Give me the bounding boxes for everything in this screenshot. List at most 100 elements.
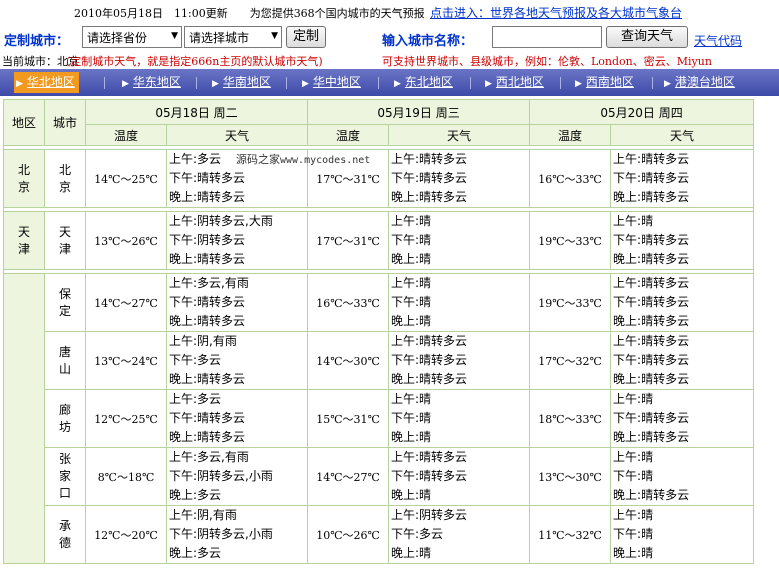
weather-cell: 上午:晴转多云 下午:晴转多云 晚上:晴转多云: [610, 273, 755, 332]
weather-night: 晚上:晴转多云: [613, 430, 690, 444]
weather-night: 晚上:晴: [391, 314, 432, 328]
city-label: 保定: [58, 286, 71, 318]
city-select[interactable]: 请选择城市 ▼: [184, 26, 282, 48]
weather-night: 晚上:晴转多云: [613, 252, 690, 266]
weather-pm: 下午:晴转多云: [169, 295, 246, 309]
weather-cell: 上午:阴转多云 下午:多云晚上:晴: [388, 505, 531, 564]
city-select-value: 请选择城市: [189, 31, 250, 45]
weather-night: 晚上:晴: [391, 252, 432, 266]
weather-cell: 上午:晴 下午:晴转多云 晚上:晴转多云: [610, 389, 755, 448]
weather-night: 晚上:晴: [391, 546, 432, 560]
weather-cell: 上午:晴转多云 下午:晴转多云 晚上:晴转多云: [388, 331, 531, 390]
table-row: 唐山 13℃～24℃ 上午:阴,有雨 下午:多云 晚上:晴转多云 14℃～30℃ 上午:晴转…: [4, 331, 755, 390]
city-cell: 廊坊: [44, 389, 86, 448]
weather-am: 上午:晴: [391, 392, 432, 406]
temp-cell: 19℃～33℃: [529, 273, 612, 332]
play-icon: ▶: [485, 79, 492, 89]
temp-header: 温度: [529, 124, 612, 146]
city-label: 唐山: [58, 344, 71, 376]
weather-pm: 下午:阴转多云,小雨: [169, 527, 273, 541]
temp-cell: 19℃～33℃: [529, 211, 612, 270]
weather-cell: 上午:晴转多云 下午:晴转多云 晚上:晴: [388, 447, 531, 506]
weather-cell: 上午:阴,有雨 下午:多云 晚上:晴转多云: [165, 331, 309, 390]
temp-cell: 14℃～25℃: [85, 149, 167, 208]
table-row: 天津 天津 13℃～26℃ 上午:阴转多云,大雨 下午:阴转多云 晚上:晴转多云 17℃～3…: [3, 211, 755, 270]
weather-pm: 下午:晴: [391, 295, 432, 309]
weather-am: 上午:晴: [613, 508, 654, 522]
weather-night: 晚上:晴转多云: [169, 252, 246, 266]
weather-pm: 下午:晴转多云: [613, 233, 690, 247]
play-icon: ▶: [394, 79, 401, 89]
city-cell: 保定: [44, 273, 86, 332]
weather-pm: 下午:晴转多云: [613, 171, 690, 185]
weather-pm: 下午:晴: [613, 469, 654, 483]
weather-night: 晚上:晴: [613, 546, 654, 560]
weather-night: 晚上:晴转多云: [169, 314, 246, 328]
region-label: 北京: [17, 162, 30, 194]
weather-am: 上午:晴: [391, 214, 432, 228]
weather-pm: 下午:晴转多云: [613, 295, 690, 309]
weather-am: 上午:阴转多云: [391, 508, 468, 522]
chevron-down-icon: ▼: [171, 31, 178, 41]
current-city-line: 当前城市：北京 (定制城市天气，就是指定666n主页的默认城市天气) 可支持世界…: [0, 52, 779, 68]
date-header: 05月19日 周三: [307, 99, 531, 125]
tab-huabei[interactable]: ▶ 华北地区: [14, 72, 79, 93]
weather-code-link[interactable]: 天气代码: [694, 32, 742, 49]
city-label: 张家口: [58, 452, 71, 500]
weather-pm: 下午:晴: [391, 233, 432, 247]
tab-dongbei[interactable]: ▶ 东北地区: [394, 72, 453, 93]
temp-cell: 10℃～26℃: [307, 505, 390, 564]
weather-cell: 上午:多云,有雨 下午:阴转多云,小雨 晚上:多云: [165, 447, 309, 506]
table-row: 张家口 8℃～18℃ 上午:多云,有雨 下午:阴转多云,小雨 晚上:多云 14℃～27℃ 上…: [4, 447, 755, 506]
weather-pm: 下午:晴转多云: [391, 171, 468, 185]
custom-button[interactable]: 定制: [286, 26, 326, 48]
temp-cell: 12℃～25℃: [85, 389, 167, 448]
weather-am: 上午:阴转多云,大雨: [169, 214, 273, 228]
city-label: 天津: [58, 224, 71, 256]
province-select[interactable]: 请选择省份 ▼: [82, 26, 182, 48]
date-header: 05月18日 周二: [84, 99, 309, 125]
top-line: 2010年05月18日 11:00更新 为您提供368个国内城市的天气预报 点击…: [0, 0, 779, 22]
tab-xinan[interactable]: ▶ 西南地区: [575, 72, 634, 93]
table-row: 承德 12℃～20℃ 上午:阴,有雨 下午:阴转多云,小雨 晚上:多云 10℃～26℃ 上午…: [4, 505, 755, 564]
weather-am: 上午:阴,有雨: [169, 508, 237, 522]
temp-cell: 14℃～30℃: [307, 331, 390, 390]
weather-night: 晚上:晴转多云: [169, 430, 246, 444]
weather-cell: 上午:晴 下午:晴 晚上:晴: [388, 389, 531, 448]
weather-pm: 下午:阴转多云: [169, 233, 246, 247]
temp-cell: 12℃～20℃: [85, 505, 167, 564]
weather-am: 上午:晴: [613, 214, 654, 228]
watermark: 源码之家www.mycodes.net: [236, 151, 370, 167]
search-weather-button[interactable]: 查询天气: [606, 26, 688, 48]
tab-gangaotai[interactable]: ▶ 港澳台地区: [664, 72, 735, 93]
weather-night: 晚上:晴转多云: [391, 190, 468, 204]
update-stamp: 2010年05月18日 11:00更新 为您提供368个国内城市的天气预报: [74, 7, 425, 20]
weather-pm: 下午:晴: [391, 411, 432, 425]
play-icon: ▶: [664, 79, 671, 89]
weather-header: 天气: [165, 124, 309, 146]
play-icon: ▶: [122, 79, 129, 89]
weather-night: 晚上:晴转多云: [613, 314, 690, 328]
temp-cell: 17℃～32℃: [529, 331, 612, 390]
tab-huadong[interactable]: ▶ 华东地区: [122, 72, 181, 93]
weather-pm: 下午:多云: [391, 527, 444, 541]
weather-am: 上午:晴: [613, 392, 654, 406]
temp-cell: 18℃～33℃: [529, 389, 612, 448]
control-bar: 定制城市： 请选择省份 ▼ 请选择城市 ▼ 定制 输入城市名称： 查询天气 天气…: [0, 24, 779, 52]
weather-header: 天气: [610, 124, 755, 146]
weather-am: 上午:晴转多云: [391, 450, 468, 464]
weather-am: 上午:晴转多云: [391, 152, 468, 166]
weather-am: 上午:阴,有雨: [169, 334, 237, 348]
temp-cell: 13℃～30℃: [529, 447, 612, 506]
city-search-input[interactable]: [492, 26, 602, 48]
tab-xibei[interactable]: ▶ 西北地区: [485, 72, 544, 93]
world-weather-link[interactable]: 点击进入：世界各地天气预报及各大城市气象台: [430, 4, 682, 21]
tab-huazhong[interactable]: ▶ 华中地区: [302, 72, 361, 93]
tab-huanan[interactable]: ▶ 华南地区: [212, 72, 271, 93]
region-cell: [3, 273, 45, 564]
weather-pm: 下午:晴: [613, 527, 654, 541]
weather-night: 晚上:多云: [169, 488, 222, 502]
play-icon: ▶: [302, 79, 309, 89]
weather-night: 晚上:晴转多云: [613, 372, 690, 386]
weather-cell: 上午:晴转多云 下午:晴转多云 晚上:晴转多云: [610, 331, 755, 390]
